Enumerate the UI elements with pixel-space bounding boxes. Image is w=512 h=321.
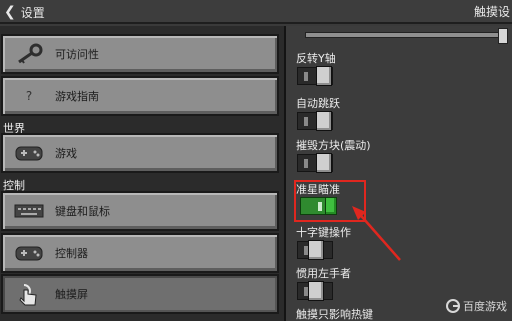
sidebar-item-game-guide[interactable]: ? 游戏指南 — [1, 76, 279, 116]
subpage-title: 触摸设 — [474, 5, 510, 19]
gamepad-icon — [12, 241, 46, 265]
watermark-logo-icon — [446, 299, 460, 313]
toggle-indicator — [304, 117, 308, 126]
toggle-knob — [316, 153, 332, 173]
toggle-auto-jump[interactable] — [297, 111, 333, 131]
toggle-left-handed[interactable] — [297, 281, 333, 301]
sensitivity-slider-thumb[interactable] — [498, 28, 508, 44]
toggle-invert-y[interactable] — [297, 66, 333, 86]
top-bar: ❮ 设置 触摸设 — [0, 0, 512, 24]
toggle-knob — [316, 66, 332, 86]
sensitivity-slider-track[interactable] — [305, 32, 501, 38]
option-label-dpad: 十字键操作 — [296, 226, 351, 239]
toggle-knob — [316, 111, 332, 131]
sidebar-item-keyboard-mouse[interactable]: 键盘和鼠标 — [1, 191, 279, 231]
sidebar-item-game[interactable]: 游戏 — [1, 133, 279, 173]
sidebar-item-label: 键盘和鼠标 — [55, 205, 110, 218]
watermark-text: 百度游戏 — [463, 300, 507, 313]
sidebar-item-label: 游戏指南 — [55, 90, 99, 103]
sidebar-item-label: 可访问性 — [55, 48, 99, 61]
sidebar-item-touch[interactable]: 触摸屏 — [1, 274, 279, 314]
option-label-left-handed: 惯用左手者 — [296, 267, 351, 280]
sidebar-item-label: 触摸屏 — [55, 288, 88, 301]
chevron-left-icon: ❮ — [4, 4, 16, 20]
sidebar-item-accessibility[interactable]: 可访问性 — [1, 34, 279, 74]
option-label-destroy-block-vibration: 摧毁方块(震动) — [296, 139, 371, 152]
page-title: 设置 — [20, 5, 45, 20]
option-label-invert-y: 反转Y轴 — [296, 52, 336, 65]
gamepad-icon — [12, 141, 46, 165]
question-icon: ? — [25, 89, 33, 103]
touch-icon — [12, 282, 46, 306]
toggle-indicator — [304, 72, 308, 81]
watermark: 百度游戏 — [446, 296, 507, 316]
toggle-indicator — [304, 159, 308, 168]
keyboard-icon — [12, 199, 46, 223]
option-label-touch-hotbar-only: 触摸只影响热键 — [296, 308, 373, 321]
toggle-knob — [308, 281, 324, 301]
toggle-knob — [308, 240, 324, 260]
back-button[interactable]: ❮ 设置 — [4, 3, 45, 21]
sidebar-item-label: 游戏 — [55, 147, 77, 160]
key-icon — [12, 42, 46, 66]
sidebar-item-label: 控制器 — [55, 247, 88, 260]
annotation-arrow-icon — [352, 206, 401, 261]
option-label-auto-jump: 自动跳跃 — [296, 97, 340, 110]
sidebar-item-controller[interactable]: 控制器 — [1, 233, 279, 273]
toggle-dpad[interactable] — [297, 240, 333, 260]
toggle-destroy-block-vibration[interactable] — [297, 153, 333, 173]
